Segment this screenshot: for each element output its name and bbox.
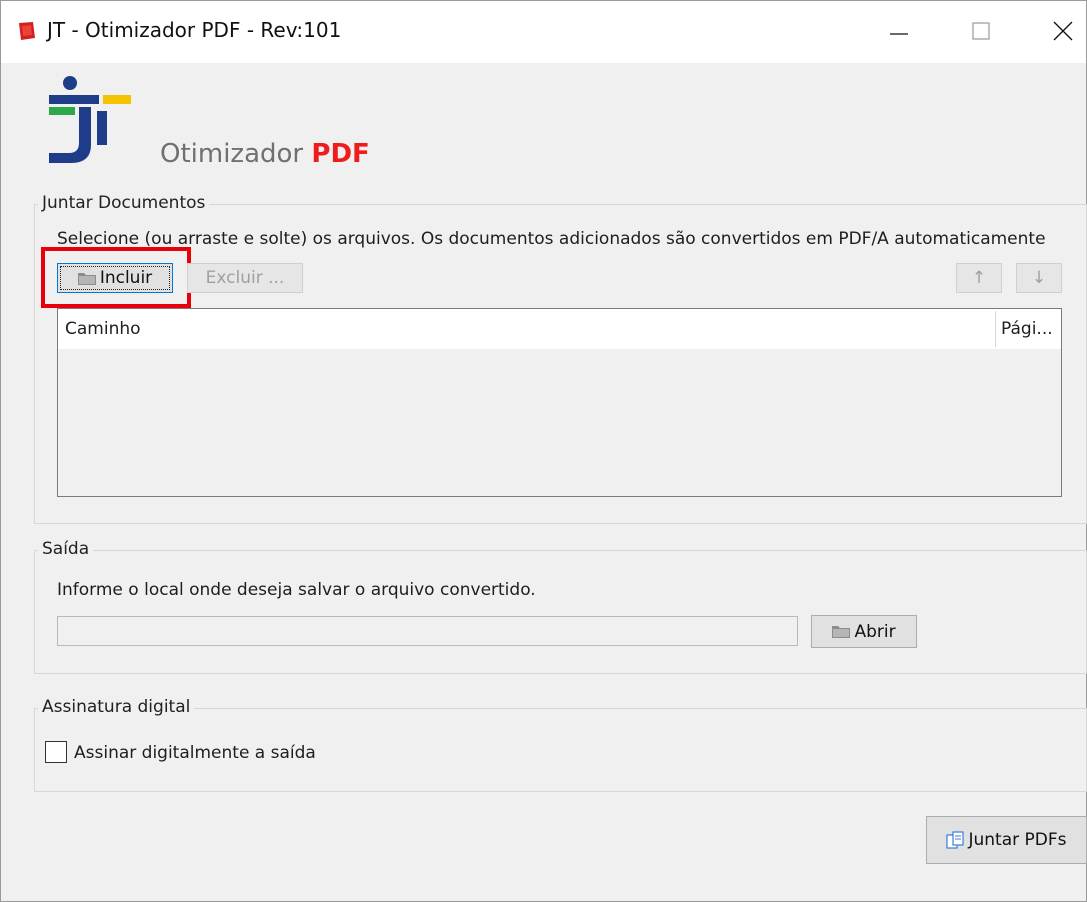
sign-checkbox-label[interactable]: Assinar digitalmente a saída <box>74 743 316 763</box>
output-path-input[interactable] <box>57 616 798 646</box>
merge-pdf-icon <box>946 831 965 849</box>
documents-table[interactable]: Caminho Pági... <box>57 308 1062 497</box>
juntar-documentos-legend: Juntar Documentos <box>38 193 210 213</box>
saida-legend: Saída <box>38 539 94 559</box>
folder-icon <box>832 626 851 638</box>
pdf-app-icon <box>19 22 35 40</box>
sign-checkbox[interactable] <box>45 741 67 763</box>
highlight-box <box>41 247 191 308</box>
column-header-pages[interactable]: Pági... <box>1001 309 1061 349</box>
product-name: Otimizador PDF <box>160 139 370 169</box>
move-up-button[interactable]: ↑ <box>956 263 1002 293</box>
exclude-button[interactable]: Excluir ... <box>187 263 303 293</box>
close-button[interactable] <box>1041 11 1085 51</box>
minimize-button[interactable] <box>877 11 921 51</box>
jt-logo-icon <box>49 76 131 163</box>
window-title: JT - Otimizador PDF - Rev:101 <box>47 18 342 42</box>
merge-pdfs-button[interactable]: Juntar PDFs <box>926 816 1087 864</box>
column-header-path[interactable]: Caminho <box>65 309 985 349</box>
open-label: Abrir <box>854 621 896 642</box>
merge-pdfs-label: Juntar PDFs <box>968 830 1067 850</box>
title-bar[interactable]: JT - Otimizador PDF - Rev:101 <box>1 1 1086 63</box>
arrow-down-icon: ↓ <box>1031 268 1047 288</box>
exclude-label: Excluir ... <box>205 268 285 288</box>
saida-instructions: Informe o local onde deseja salvar o arq… <box>57 580 536 600</box>
column-separator[interactable] <box>995 311 996 347</box>
product-prefix: Otimizador <box>160 139 304 169</box>
open-button[interactable]: Abrir <box>811 615 917 648</box>
move-down-button[interactable]: ↓ <box>1016 263 1062 293</box>
app-window: JT - Otimizador PDF - Rev:101 Otimizador… <box>0 0 1087 902</box>
arrow-up-icon: ↑ <box>971 268 987 288</box>
assinatura-legend: Assinatura digital <box>38 697 195 717</box>
table-header: Caminho Pági... <box>58 309 1061 349</box>
saida-group <box>34 550 1087 674</box>
juntar-instructions: Selecione (ou arraste e solte) os arquiv… <box>57 229 1046 249</box>
product-suffix: PDF <box>311 139 370 169</box>
maximize-button[interactable] <box>960 11 1004 51</box>
